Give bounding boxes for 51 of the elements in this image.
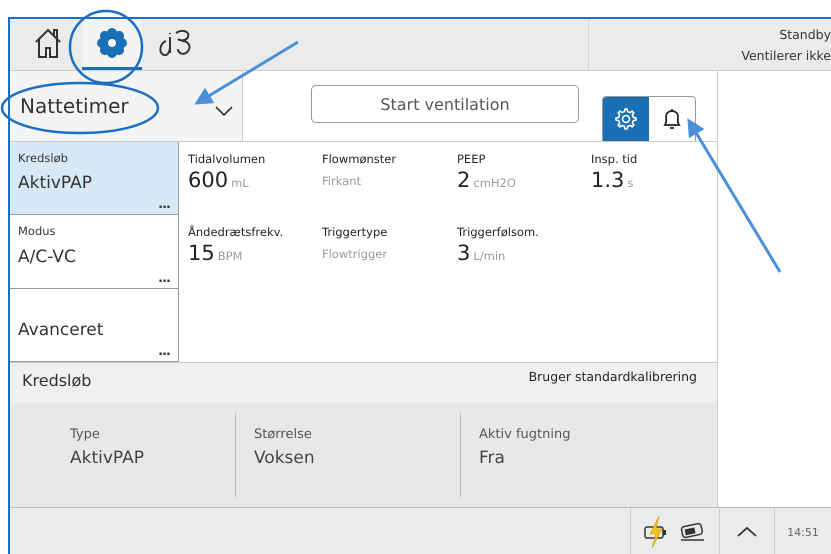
parameter-value: Firkant — [322, 174, 362, 188]
field-value: Voksen — [254, 448, 316, 468]
view-toggle-button[interactable] — [603, 97, 649, 141]
parameter-unit: L/min — [473, 249, 506, 263]
bell-icon — [661, 107, 683, 131]
parameter-value: 2 — [457, 168, 470, 192]
home-icon — [33, 27, 63, 59]
parameter-label: Insp. tid — [591, 152, 638, 166]
parameter-label: Tidalvolumen — [188, 152, 266, 166]
more-indicator: ... — [158, 197, 170, 212]
status-text: Standby — [779, 26, 831, 42]
field-label: Størrelse — [254, 427, 313, 442]
field-label: Type — [70, 427, 101, 442]
card-label: Kredsløb — [18, 151, 68, 165]
parameter-value: 15 — [188, 241, 215, 265]
status-text: Ventilerer ikke — [741, 48, 831, 62]
field-value: Fra — [479, 448, 506, 468]
parameter-label: Flowmønster — [322, 152, 398, 166]
battery-icon — [679, 522, 707, 542]
settings-icon — [96, 27, 128, 59]
card-value: AktivPAP — [18, 173, 92, 194]
parameter-unit: mL — [231, 176, 249, 190]
chevron-down-icon — [214, 105, 234, 117]
more-indicator: ... — [158, 270, 170, 286]
field-value: AktivPAP — [70, 448, 145, 468]
section-title: Kredsløb — [22, 370, 92, 390]
card-value: A/C-VC — [18, 246, 76, 267]
parameter-label: Triggertype — [322, 225, 388, 239]
parameter-value: 3 — [457, 241, 470, 265]
card-value: Avanceret — [18, 320, 104, 340]
clock-time: 14:51 — [786, 526, 820, 538]
card-label: Modus — [18, 224, 56, 238]
parameter-label: PEEP — [457, 152, 486, 166]
parameter-value: 600 — [188, 168, 228, 192]
parameter-label: Åndedrætsfrekv. — [188, 225, 284, 239]
settings-card[interactable]: Kredsløb AktivPAP ... — [10, 142, 178, 216]
parameter-value: Flowtrigger — [322, 247, 388, 261]
battery-charging-icon — [643, 515, 669, 549]
settings-icon — [614, 107, 638, 131]
more-indicator: ... — [158, 344, 170, 359]
field-label: Aktiv fugtning — [479, 427, 570, 442]
parameter-unit: BPM — [218, 249, 242, 263]
parameter-value: 1.3 — [591, 168, 624, 192]
chevron-up-icon — [736, 526, 758, 538]
start-ventilation-button[interactable]: Start ventilation — [311, 85, 579, 123]
calibration-note: Bruger standardkalibrering — [528, 368, 697, 384]
parameter-unit: cmH2O — [473, 176, 516, 190]
nav-tab[interactable] — [82, 19, 142, 70]
parameter-label: Triggerfølsom. — [457, 225, 540, 239]
preset-dropdown[interactable]: Nattetimer — [10, 71, 243, 141]
parameter-unit: s — [627, 176, 634, 190]
